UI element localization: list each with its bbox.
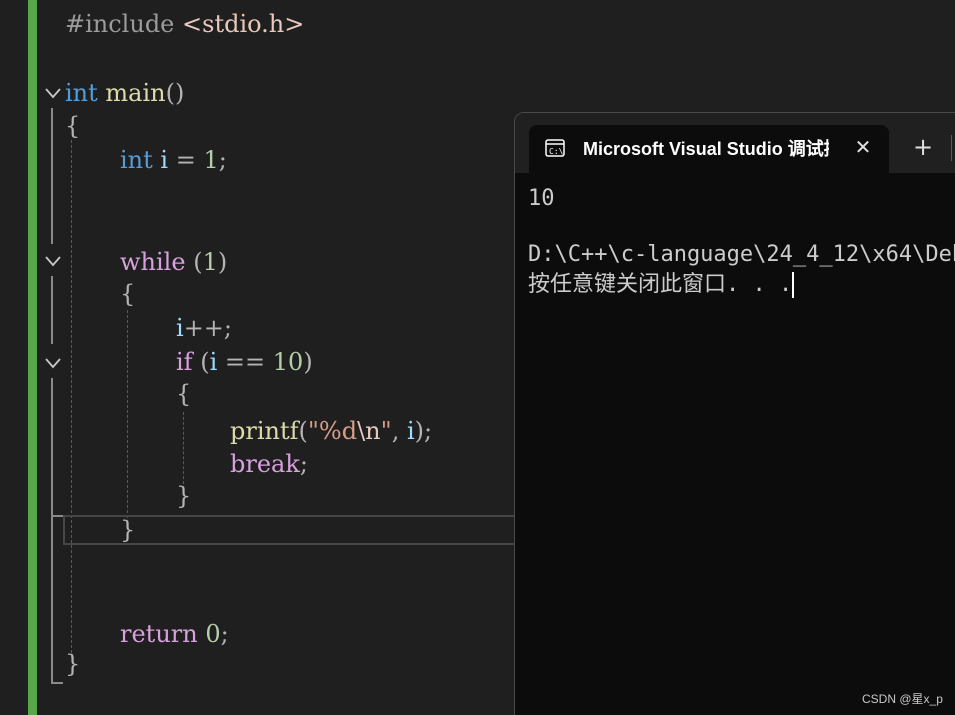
semicolon: ; [299,450,308,478]
code-line-if-open-brace[interactable]: { [176,378,191,410]
punctuation: ); [414,417,433,445]
terminal-prompt-line: 按任意键关闭此窗口. . . [528,270,795,300]
console-icon: C:\ [545,139,565,157]
terminal-output-line: D:\C++\c-language\24_4_12\x64\Debug\24_4… [528,242,955,267]
terminal-output-line: 10 [528,186,555,211]
text-cursor [792,272,795,298]
comma: , [391,417,400,445]
code-line-main[interactable]: int main() [65,77,184,109]
semicolon: ; [218,146,227,174]
number-literal: 1 [203,146,219,174]
code-line-break[interactable]: break; [230,448,308,480]
control-keyword: return [120,620,198,648]
format-specifier: %d [318,417,358,445]
operator: ++; [183,314,232,342]
type-keyword: int [65,79,98,107]
scope-bracket [51,378,53,684]
variable: i [406,417,415,445]
code-line-while[interactable]: while (1) [120,246,227,278]
svg-text:C:\: C:\ [549,147,564,156]
punctuation: ( [193,248,203,276]
indent-guide [71,140,72,658]
close-tab-icon[interactable]: ✕ [851,135,875,159]
code-line-if[interactable]: if (i == 10) [176,346,313,378]
punctuation: ( [200,348,210,376]
control-keyword: while [120,248,186,276]
left-margin [0,0,28,715]
punctuation: ( [298,417,308,445]
fold-chevron-icon[interactable] [44,84,62,102]
type-keyword: int [120,146,153,174]
code-line-if-close-brace[interactable]: } [176,480,191,512]
code-line-while-open-brace[interactable]: { [120,278,135,310]
scope-bracket [51,108,53,244]
variable: i [160,146,169,174]
tab-separator [951,135,952,161]
punctuation: ) [303,348,313,376]
control-keyword: break [230,450,300,478]
code-line-increment[interactable]: i++; [176,312,232,344]
escape-sequence: \n [357,417,381,445]
indent-guide [183,412,184,484]
number-literal: 1 [202,248,218,276]
variable: i [176,314,184,342]
new-tab-button[interactable]: + [911,135,935,159]
operator: == [224,348,266,376]
watermark: CSDN @星x_p [862,692,943,706]
control-keyword: if [176,348,193,376]
variable: i [209,348,218,376]
indent-guide [127,310,128,518]
string-quote: " [307,417,319,445]
function-name: printf [230,417,299,445]
preprocessor-directive: #include [65,10,175,38]
punctuation: () [165,79,185,107]
fold-chevron-icon[interactable] [44,252,62,270]
code-line-return[interactable]: return 0; [120,618,229,650]
string-quote: " [380,417,392,445]
code-line-close-brace[interactable]: } [65,648,80,680]
code-line-declaration[interactable]: int i = 1; [120,144,227,176]
terminal-prompt-text: 按任意键关闭此窗口. . . [528,272,793,297]
terminal-tab-title: Microsoft Visual Studio 调试控制台 [583,139,829,159]
number-literal: 10 [272,348,304,376]
scope-bracket-end [51,515,63,517]
scope-bracket-end [51,682,63,684]
include-header: <stdio.h> [182,10,305,38]
code-line-while-close-brace[interactable]: } [120,514,135,546]
scope-bracket [51,276,53,344]
terminal-titlebar[interactable]: C:\ Microsoft Visual Studio 调试控制台 ✕ + [515,113,955,173]
number-literal: 0 [205,620,221,648]
code-line-printf[interactable]: printf("%d\n", i); [230,415,432,447]
code-line-open-brace[interactable]: { [65,110,80,142]
fold-chevron-icon[interactable] [44,354,62,372]
punctuation: ) [217,248,228,276]
operator: = [175,146,196,174]
function-name: main [105,79,166,107]
semicolon: ; [220,620,229,648]
screen: #include <stdio.h> int main() { int i = … [0,0,955,715]
code-line-include[interactable]: #include <stdio.h> [65,8,304,40]
debug-console-window[interactable]: C:\ Microsoft Visual Studio 调试控制台 ✕ + 10… [514,112,955,715]
terminal-tab[interactable]: C:\ Microsoft Visual Studio 调试控制台 ✕ [529,125,889,173]
change-tracking-bar [28,0,37,715]
